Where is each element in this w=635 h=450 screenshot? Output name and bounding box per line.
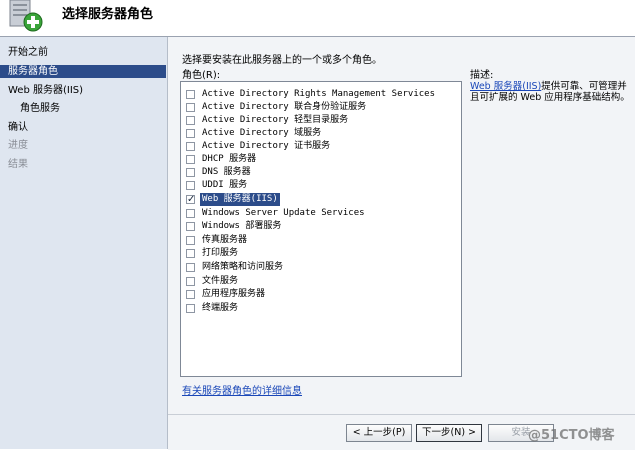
role-label: Active Directory 轻型目录服务: [202, 115, 349, 125]
role-checkbox[interactable]: [186, 290, 195, 299]
watermark: @51CTO博客: [528, 428, 615, 443]
role-checkbox[interactable]: [186, 277, 195, 286]
nav-step-results: 结果: [8, 159, 28, 170]
nav-step-confirmation[interactable]: 确认: [0, 121, 166, 134]
role-checkbox[interactable]: [186, 129, 195, 138]
roles-label: 角色(R):: [182, 70, 221, 81]
page-title: 选择服务器角色: [62, 7, 154, 22]
role-label: 传真服务器: [202, 235, 248, 245]
role-label: 终端服务: [202, 303, 239, 313]
role-label: Active Directory 联合身份验证服务: [202, 102, 367, 112]
role-label: Active Directory 域服务: [202, 128, 322, 138]
role-checkbox[interactable]: [186, 155, 195, 164]
role-label: 应用程序服务器: [202, 289, 266, 299]
nav-step-server-roles[interactable]: 服务器角色: [0, 65, 166, 78]
role-label: Windows 部署服务: [202, 221, 282, 231]
role-label: DHCP 服务器: [202, 154, 257, 164]
role-checkbox[interactable]: [186, 209, 195, 218]
role-checkbox[interactable]: [186, 142, 195, 151]
role-checkbox[interactable]: [186, 249, 195, 258]
role-checkbox[interactable]: [186, 103, 195, 112]
next-button[interactable]: 下一步(N) >: [416, 424, 482, 442]
role-checkbox[interactable]: [186, 263, 195, 272]
role-label: UDDI 服务: [202, 180, 248, 190]
server-add-icon: [9, 0, 43, 32]
role-label: DNS 服务器: [202, 167, 251, 177]
nav-step-role-services[interactable]: 角色服务: [0, 102, 166, 115]
role-checkbox-checked[interactable]: [186, 193, 195, 206]
instruction-text: 选择要安装在此服务器上的一个或多个角色。: [182, 55, 382, 66]
wizard-header: 选择服务器角色: [0, 0, 635, 36]
role-checkbox[interactable]: [186, 168, 195, 177]
role-label: 打印服务: [202, 248, 239, 258]
description-title: 描述:: [470, 70, 494, 81]
nav-step-web-server-iis[interactable]: Web 服务器(IIS): [0, 84, 166, 97]
role-checkbox[interactable]: [186, 236, 195, 245]
role-label: 网络策略和访问服务: [202, 262, 284, 272]
nav-step-before-you-begin[interactable]: 开始之前: [0, 46, 166, 59]
description-role-link[interactable]: Web 服务器(IIS): [470, 81, 541, 92]
role-label: Windows Server Update Services: [202, 208, 365, 218]
description-text: Web 服务器(IIS)提供可靠、可管理并且可扩展的 Web 应用程序基础结构。: [470, 81, 630, 103]
role-checkbox[interactable]: [186, 222, 195, 231]
role-checkbox[interactable]: [186, 116, 195, 125]
role-label: 文件服务: [202, 276, 239, 286]
more-info-link[interactable]: 有关服务器角色的详细信息: [182, 382, 302, 397]
wizard-step-nav: [0, 37, 168, 449]
role-checkbox[interactable]: [186, 304, 195, 313]
nav-step-progress: 进度: [8, 140, 28, 151]
role-checkbox[interactable]: [186, 90, 195, 99]
role-label: Active Directory Rights Management Servi…: [202, 89, 435, 99]
role-checkbox[interactable]: [186, 181, 195, 190]
back-button[interactable]: < 上一步(P): [346, 424, 412, 442]
role-label: Active Directory 证书服务: [202, 141, 331, 151]
roles-list[interactable]: Active Directory Rights Management Servi…: [180, 81, 462, 377]
role-label: Web 服务器(IIS): [200, 193, 280, 206]
